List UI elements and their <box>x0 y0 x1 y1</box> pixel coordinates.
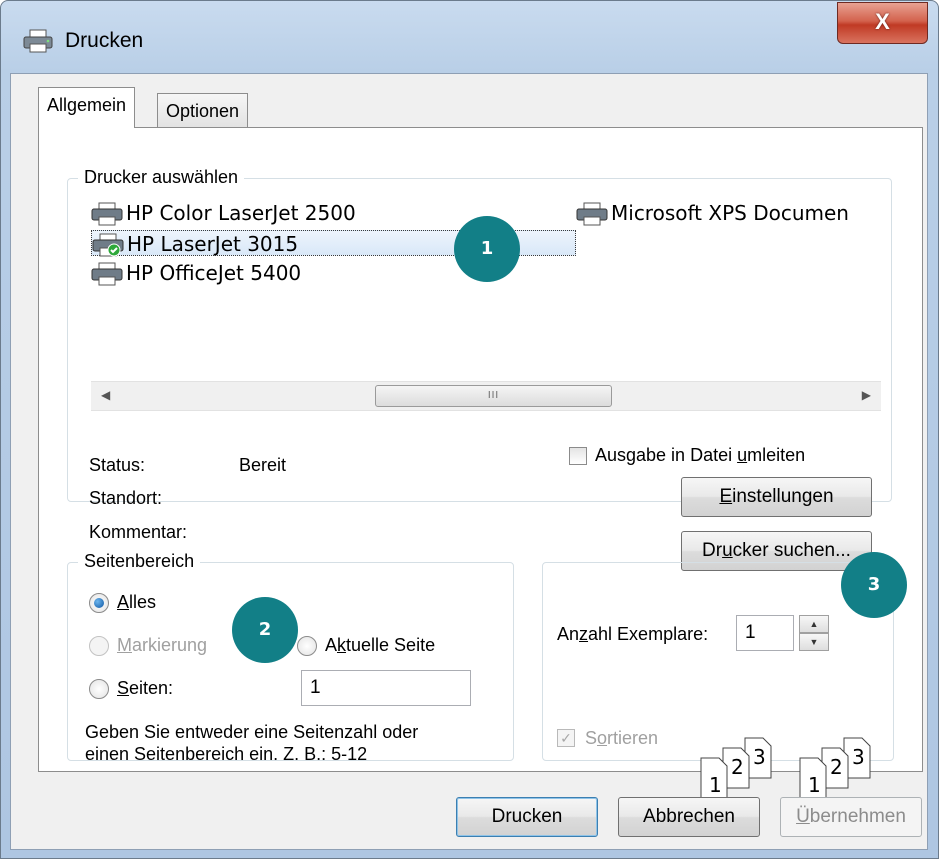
collate-pages-icon-1: 3 2 1 <box>700 737 772 798</box>
print-dialog-window: Drucken X Allgemein Optionen Drucker aus… <box>0 0 939 859</box>
radio-all-label: Alles <box>117 592 157 612</box>
printer-icon <box>23 29 53 53</box>
printer-icon <box>91 262 123 286</box>
radio-all-row[interactable]: Alles <box>89 592 209 616</box>
tab-optionen-label: Optionen <box>166 101 240 121</box>
dialog-client-area: Allgemein Optionen Drucker auswählen HP … <box>10 73 928 850</box>
window-title: Drucken <box>65 29 144 52</box>
collate-label: Sortieren <box>585 728 659 748</box>
spin-down-icon[interactable]: ▼ <box>799 633 829 651</box>
collate-checkbox: ✓ <box>557 729 575 747</box>
radio-current-page[interactable] <box>297 636 317 656</box>
radio-all[interactable] <box>89 593 109 613</box>
radio-current-page-label: Aktuelle Seite <box>325 635 436 655</box>
printer-icon <box>576 202 608 226</box>
status-label: Status: <box>89 455 146 475</box>
print-button[interactable]: Drucken <box>456 797 598 837</box>
location-label: Standort: <box>89 488 163 508</box>
printer-item-xps[interactable]: Microsoft XPS Documen <box>576 200 876 226</box>
copies-input[interactable]: 1 <box>736 615 794 651</box>
radio-current-page-row[interactable]: Aktuelle Seite <box>297 635 477 659</box>
callout-badge-3: 3 <box>841 552 907 618</box>
close-icon: X <box>875 9 890 34</box>
printer-select-legend: Drucker auswählen <box>78 167 245 188</box>
radio-pages[interactable] <box>89 679 109 699</box>
copies-label: Anzahl Exemplare: <box>557 624 709 644</box>
scroll-left-icon[interactable]: ◀ <box>101 388 110 402</box>
tab-optionen[interactable]: Optionen <box>157 93 249 128</box>
radio-selection-label: Markierung <box>117 635 208 655</box>
comment-label: Kommentar: <box>89 522 188 542</box>
close-button[interactable]: X <box>837 2 928 44</box>
collate-pages-icon-2: 3 2 1 <box>799 737 871 798</box>
scroll-grip: III <box>487 390 500 401</box>
page-3-label: 3 <box>852 745 865 769</box>
cancel-button[interactable]: Abbrechen <box>618 797 760 837</box>
radio-selection <box>89 636 109 656</box>
radio-pages-row[interactable]: Seiten: <box>89 678 209 702</box>
printer-name: HP LaserJet 3015 <box>127 232 299 256</box>
apply-button: Übernehmen <box>780 797 922 837</box>
page-range-hint-line1: Geben Sie entweder eine Seitenzahl oder <box>85 722 419 742</box>
pages-input[interactable]: 1 <box>301 670 471 706</box>
tab-allgemein-label: Allgemein <box>47 95 127 115</box>
page-2-label: 2 <box>830 755 843 779</box>
printer-item-officejet[interactable]: HP OfficeJet 5400 <box>91 260 381 286</box>
page-1-label: 1 <box>709 773 722 797</box>
callout-badge-2: 2 <box>232 597 298 663</box>
printer-list-scrollbar[interactable]: ◀ III ▶ <box>91 381 881 411</box>
printer-name: HP OfficeJet 5400 <box>126 261 302 285</box>
print-to-file-checkbox[interactable] <box>569 447 587 465</box>
tab-allgemein[interactable]: Allgemein <box>38 87 136 128</box>
callout-badge-1: 1 <box>454 216 520 282</box>
scrollbar-thumb[interactable]: III <box>375 385 612 407</box>
page-3-label: 3 <box>753 745 766 769</box>
print-to-file-checkbox-row[interactable]: Ausgabe in Datei umleiten <box>569 445 869 469</box>
print-to-file-label: Ausgabe in Datei umleiten <box>595 445 806 465</box>
page-1-label: 1 <box>808 773 821 797</box>
printer-item-color-laserjet[interactable]: HP Color LaserJet 2500 <box>91 200 381 226</box>
copies-spinner[interactable]: ▲ ▼ <box>799 615 829 651</box>
printer-name: HP Color LaserJet 2500 <box>126 201 356 225</box>
title-bar[interactable]: Drucken X <box>1 1 938 73</box>
default-printer-icon <box>92 233 124 257</box>
radio-pages-label: Seiten: <box>117 678 174 698</box>
page-range-legend: Seitenbereich <box>78 551 201 572</box>
page-2-label: 2 <box>731 755 744 779</box>
page-range-hint-line2: einen Seitenbereich ein. Z. B.: 5-12 <box>85 744 368 764</box>
settings-button[interactable]: Einstellungen <box>681 477 872 517</box>
printer-name: Microsoft XPS Documen <box>611 201 849 225</box>
scroll-right-icon[interactable]: ▶ <box>862 388 871 402</box>
collate-checkbox-row: ✓ Sortieren <box>557 728 687 752</box>
status-value: Bereit <box>239 455 287 475</box>
spin-up-icon[interactable]: ▲ <box>799 615 829 633</box>
printer-icon <box>91 202 123 226</box>
